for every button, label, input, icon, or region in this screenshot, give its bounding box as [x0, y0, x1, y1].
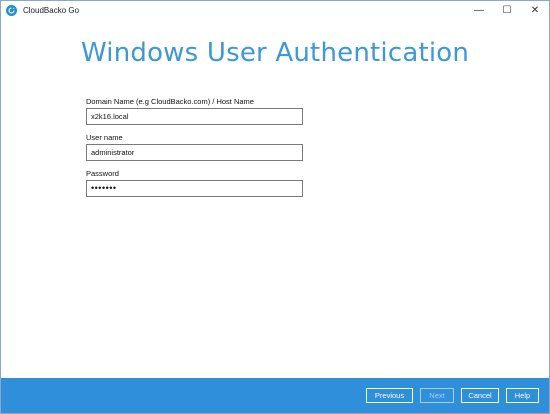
app-window: CloudBacko Go — ☐ ✕ Windows User Authent…	[0, 0, 550, 414]
close-button[interactable]: ✕	[521, 1, 549, 19]
domain-field[interactable]: x2k16.local	[86, 108, 303, 125]
password-field[interactable]: •••••••	[86, 180, 303, 197]
maximize-button[interactable]: ☐	[493, 1, 521, 19]
window-controls: — ☐ ✕	[465, 1, 549, 19]
window-title: CloudBacko Go	[23, 5, 80, 15]
page-title: Windows User Authentication	[80, 38, 470, 68]
cancel-button[interactable]: Cancel	[461, 388, 499, 403]
password-label: Password	[86, 169, 119, 178]
domain-label: Domain Name (e.g CloudBacko.com) / Host …	[86, 97, 254, 106]
title-bar[interactable]: CloudBacko Go — ☐ ✕	[1, 1, 549, 19]
cloudbacko-app-icon	[6, 4, 17, 16]
next-button[interactable]: Next	[420, 388, 454, 403]
authentication-form: Domain Name (e.g CloudBacko.com) / Host …	[86, 96, 303, 204]
help-button[interactable]: Help	[506, 388, 539, 403]
footer-bar: Previous Next Cancel Help	[1, 378, 549, 413]
minimize-button[interactable]: —	[465, 1, 493, 19]
username-field[interactable]: administrator	[86, 144, 303, 161]
previous-button[interactable]: Previous	[366, 388, 413, 403]
username-label: User name	[86, 133, 123, 142]
